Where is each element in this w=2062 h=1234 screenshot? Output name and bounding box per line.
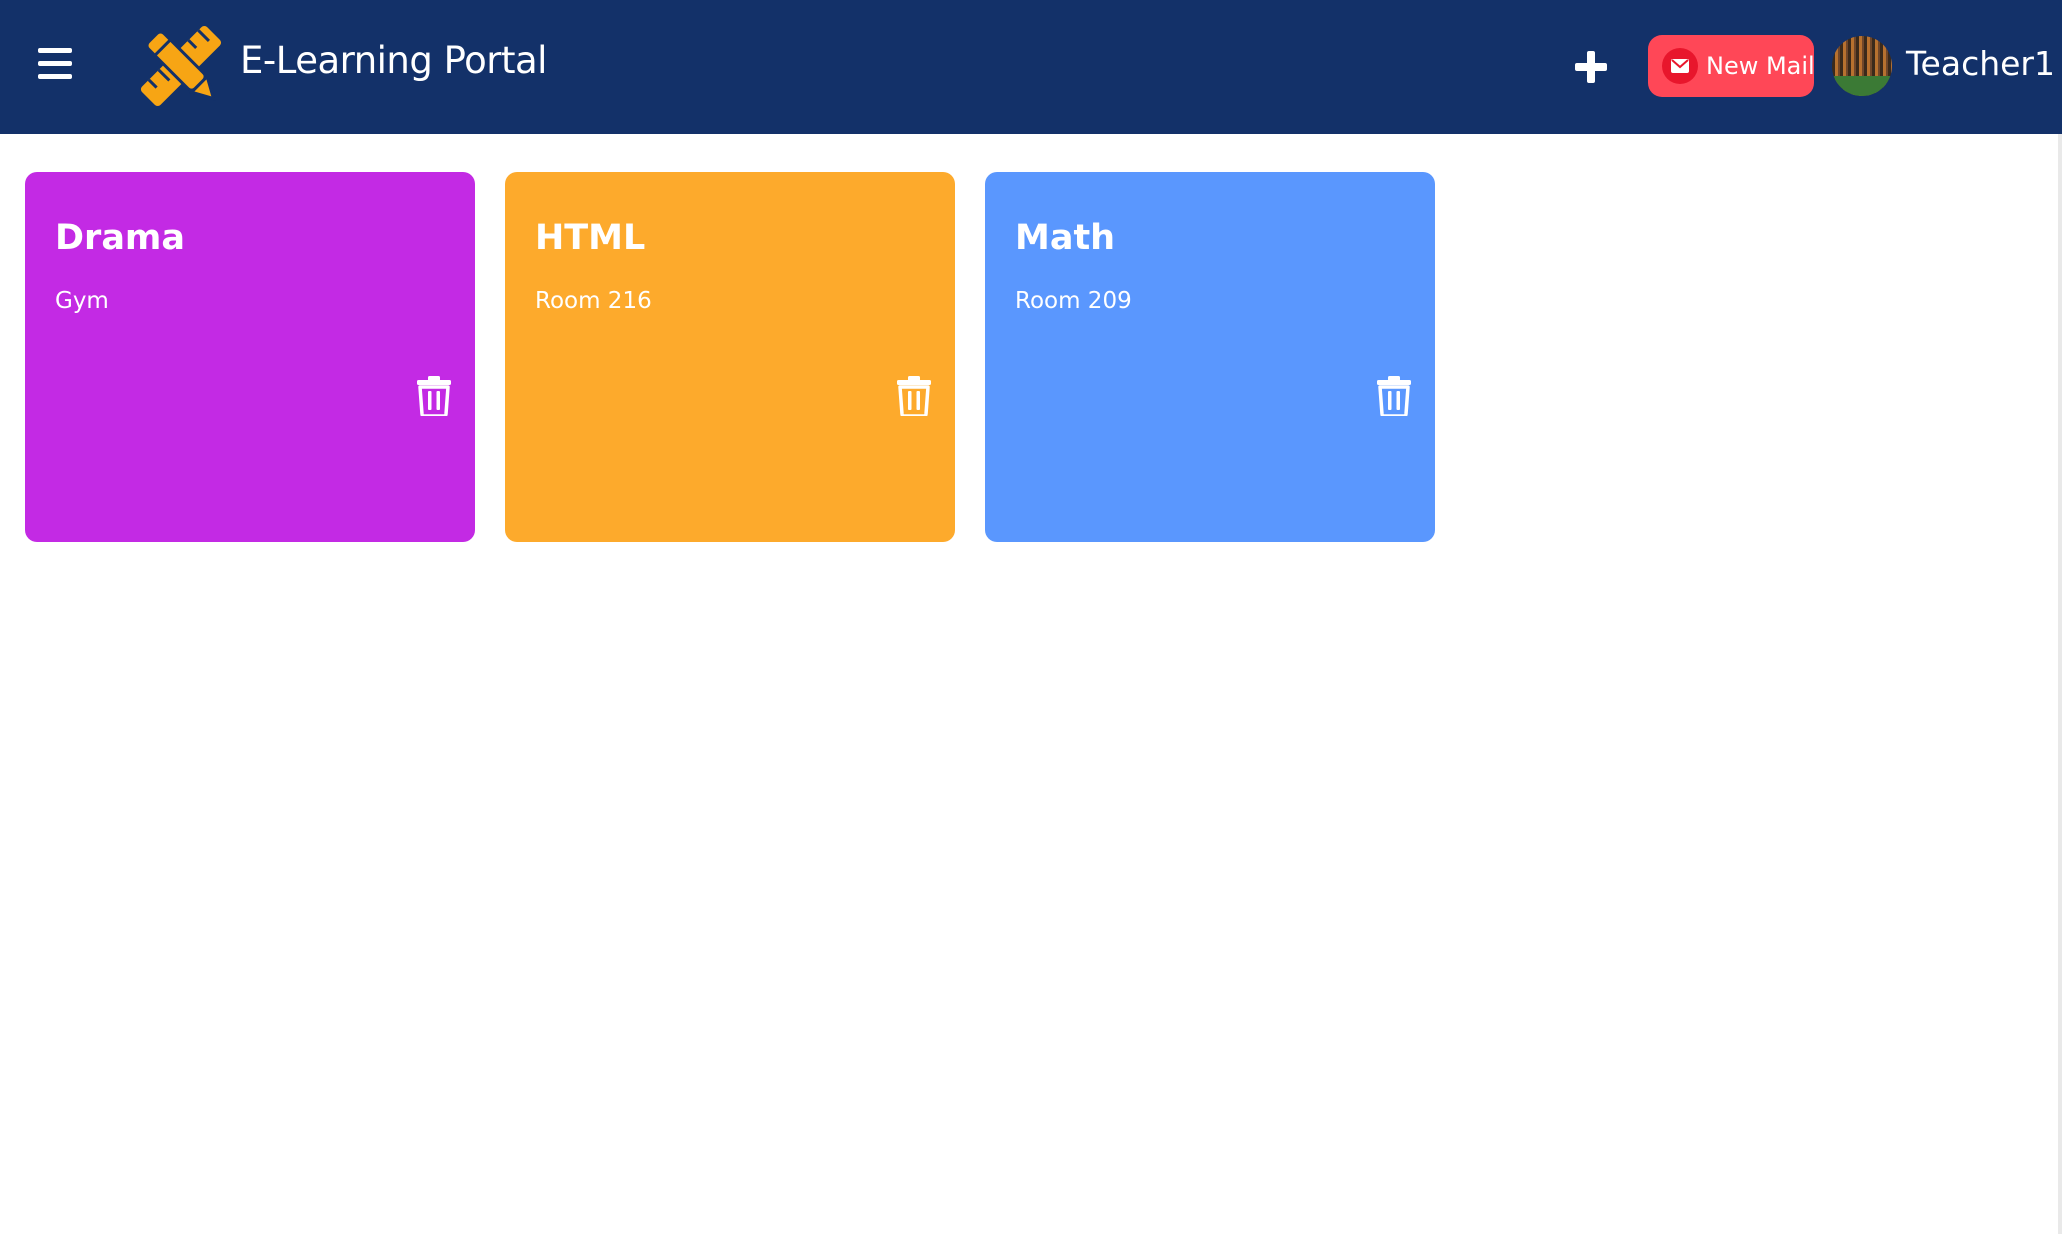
app-title: E-Learning Portal	[240, 39, 547, 82]
class-room: Gym	[55, 288, 109, 314]
trash-icon[interactable]	[897, 376, 931, 418]
page-scrollbar[interactable]	[2058, 134, 2062, 1234]
class-room: Room 209	[1015, 288, 1132, 314]
user-avatar[interactable]	[1832, 36, 1892, 96]
trash-icon[interactable]	[417, 376, 451, 418]
pencil-ruler-icon	[134, 20, 228, 112]
new-mail-button[interactable]: New Mail	[1648, 35, 1815, 97]
plus-icon[interactable]	[1572, 48, 1610, 86]
user-name[interactable]: Teacher1	[1906, 40, 2055, 88]
class-card-drama[interactable]: Drama Gym	[25, 172, 475, 542]
class-name: HTML	[535, 218, 646, 258]
class-name: Math	[1015, 218, 1116, 258]
hamburger-menu-icon[interactable]	[38, 48, 72, 80]
top-app-bar: E-Learning Portal New Mail Teacher1	[0, 0, 2062, 134]
class-name: Drama	[55, 218, 186, 258]
envelope-icon	[1662, 48, 1698, 84]
class-card-html[interactable]: HTML Room 216	[505, 172, 955, 542]
class-room: Room 216	[535, 288, 652, 314]
trash-icon[interactable]	[1377, 376, 1411, 418]
new-mail-label: New Mail	[1706, 52, 1815, 80]
class-card-math[interactable]: Math Room 209	[985, 172, 1435, 542]
